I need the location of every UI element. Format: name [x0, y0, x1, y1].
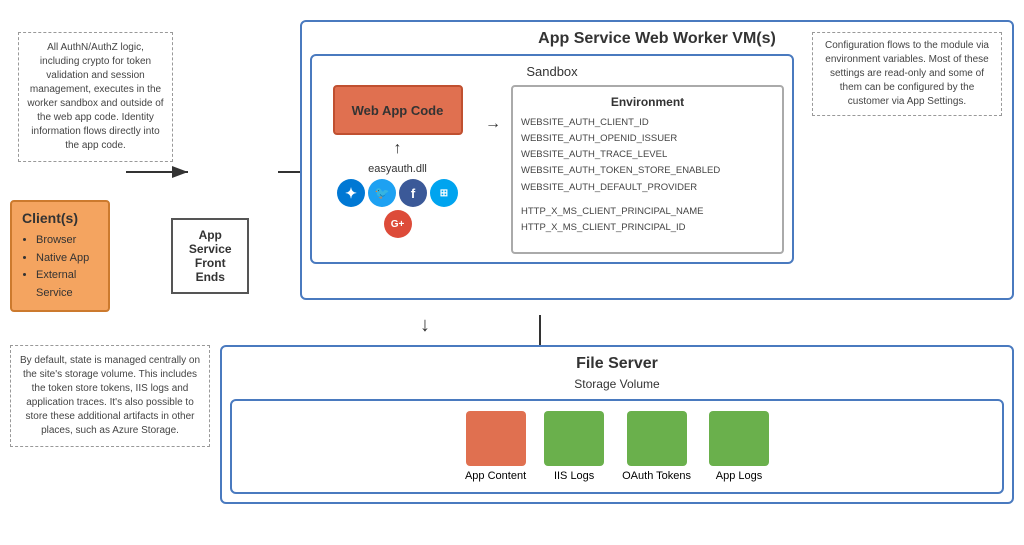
azure-icon: ✦: [337, 179, 365, 207]
storage-block-iis-logs: [544, 411, 604, 466]
right-arrow-env-icon: →: [483, 115, 503, 133]
storage-item-app-logs: App Logs: [709, 411, 769, 482]
easyauth-icons: ✦ 🐦 f ⊞ G+: [328, 179, 468, 238]
storage-volume-title: Storage Volume: [230, 377, 1004, 391]
storage-block-oauth-tokens: [627, 411, 687, 466]
env-vars: WEBSITE_AUTH_CLIENT_ID WEBSITE_AUTH_OPEN…: [521, 115, 774, 236]
front-ends-box: App Service Front Ends: [171, 218, 249, 294]
down-arrow-icon: ↓: [420, 314, 430, 337]
note-storage-text: By default, state is managed centrally o…: [20, 355, 200, 436]
client-browser: Browser: [36, 232, 98, 250]
bottom-row: By default, state is managed centrally o…: [10, 345, 1014, 545]
clients-box: Client(s) Browser Native App External Se…: [10, 200, 110, 312]
storage-item-iis-logs: IIS Logs: [544, 411, 604, 482]
client-external: External Service: [36, 267, 98, 302]
storage-block-app-content: [466, 411, 526, 466]
storage-volume-wrapper: Storage Volume App Content IIS Logs: [230, 377, 1004, 494]
sandbox-title: Sandbox: [320, 64, 784, 79]
storage-label-oauth-tokens: OAuth Tokens: [622, 470, 691, 482]
storage-label-iis-logs: IIS Logs: [554, 470, 594, 482]
vm-outer-box: App Service Web Worker VM(s) Configurati…: [300, 20, 1014, 300]
env-var-4: WEBSITE_AUTH_TOKEN_STORE_ENABLED: [521, 163, 774, 179]
front-ends-label: App Service Front Ends: [183, 228, 237, 284]
web-app-code-box: Web App Code: [333, 85, 463, 135]
env-var-3: WEBSITE_AUTH_TRACE_LEVEL: [521, 147, 774, 163]
note-storage: By default, state is managed centrally o…: [10, 345, 210, 447]
storage-volume-box: App Content IIS Logs OAuth Tokens: [230, 399, 1004, 494]
note-auth-logic: All AuthN/AuthZ logic, including crypto …: [18, 32, 173, 162]
facebook-icon: f: [399, 179, 427, 207]
env-group-1: WEBSITE_AUTH_CLIENT_ID WEBSITE_AUTH_OPEN…: [521, 115, 774, 196]
up-arrow-icon: ↑: [394, 141, 402, 157]
sandbox-box: Sandbox Web App Code ↑ easy: [310, 54, 794, 264]
env-var-6: HTTP_X_MS_CLIENT_PRINCIPAL_NAME: [521, 204, 774, 220]
environment-title: Environment: [521, 95, 774, 109]
environment-box: Environment WEBSITE_AUTH_CLIENT_ID WEBSI…: [511, 85, 784, 254]
file-server-title: File Server: [230, 355, 1004, 373]
web-app-code-label: Web App Code: [352, 103, 444, 118]
env-group-2: HTTP_X_MS_CLIENT_PRINCIPAL_NAME HTTP_X_M…: [521, 204, 774, 236]
storage-item-oauth-tokens: OAuth Tokens: [622, 411, 691, 482]
note-config: Configuration flows to the module via en…: [812, 32, 1002, 116]
storage-item-app-content: App Content: [465, 411, 526, 482]
env-var-2: WEBSITE_AUTH_OPENID_ISSUER: [521, 131, 774, 147]
env-var-7: HTTP_X_MS_CLIENT_PRINCIPAL_ID: [521, 220, 774, 236]
google-icon: G+: [384, 210, 412, 238]
note-config-text: Configuration flows to the module via en…: [825, 40, 989, 107]
file-server-box: File Server Storage Volume App Content: [220, 345, 1014, 504]
clients-title: Client(s): [22, 210, 98, 226]
env-var-1: WEBSITE_AUTH_CLIENT_ID: [521, 115, 774, 131]
easyauth-area: easyauth.dll ✦ 🐦 f ⊞ G+: [328, 163, 468, 238]
twitter-icon: 🐦: [368, 179, 396, 207]
env-var-5: WEBSITE_AUTH_DEFAULT_PROVIDER: [521, 180, 774, 196]
storage-label-app-logs: App Logs: [716, 470, 762, 482]
microsoft-icon: ⊞: [430, 179, 458, 207]
storage-block-app-logs: [709, 411, 769, 466]
easyauth-label: easyauth.dll: [368, 163, 427, 175]
client-native: Native App: [36, 250, 98, 268]
storage-label-app-content: App Content: [465, 470, 526, 482]
